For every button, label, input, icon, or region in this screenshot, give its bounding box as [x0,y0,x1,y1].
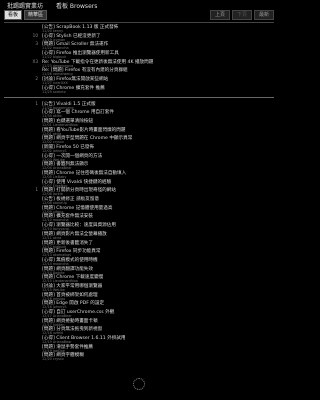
list-item[interactable]: [討論] 大家平常用哪個瀏覽器 12/15 WeLike [0,283,278,292]
list-item[interactable]: [問題] 網頁翻譯功能失效 12/14 Baddie [0,266,278,275]
next-page-button[interactable]: 下頁 [232,10,252,20]
push-count: X3 [32,58,38,64]
list-item[interactable]: [問題] 看YouTube影片時畫面閃爍的問題 12/01 akira [0,127,278,136]
list-item[interactable]: X3 Re: YouTube 下載指令在更新後無法使用 4K 播放問題 11/23 … [0,59,278,68]
header-divider [4,22,274,23]
top-bar: 批踢踢實業坊 看板 Browsers 看板 精華區 上頁 下頁 最新 [0,0,278,24]
push-count: 1 [35,187,38,193]
list-item[interactable]: [問題] 更新後書籤消失了 12/12 bigbuck [0,240,278,249]
tab-board[interactable]: 看板 [4,10,23,20]
list-item[interactable]: [問題] 網頁字型問題在 Chrome 中顯示異常 12/02 crysxx [0,135,278,144]
list-item[interactable]: [問題] Chrome 下載速度變慢 12/15 LieutenantNoa [0,274,278,283]
list-item[interactable]: 10 [心得] Stylish 已經沒更新了 11/19 icyman [0,33,278,42]
tabs: 看板 精華區 [4,10,48,20]
list-item[interactable]: [心得] 一次開一個網頁的方法 12/03 WeLike [0,153,278,162]
list-item[interactable]: 1 [問題] 打開新分頁時出現奇怪的網站 12/08 Jackie [0,187,278,196]
site-title[interactable]: 批踢踢實業坊 [7,1,43,10]
list-item[interactable]: [心得] 寫一個 Chrome 用自訂套件 11/30 akiko [0,109,278,118]
list-item[interactable]: [心得] 瀏覽器比較：速度與資源佔用 12/10 tonyyang [0,222,278,231]
list-item[interactable]: [問題] 網頁影片無法全螢幕播放 12/11 akira [0,231,278,240]
list-item[interactable]: 3 [問題] Gmail Scroller 無法運作 11/22 mooncha [0,41,278,50]
list-item[interactable]: [問題] 分頁無法拖曳到新視窗 12/18 uzfeld [0,326,278,335]
board-name[interactable]: 看板 Browsers [56,1,97,10]
list-item[interactable]: 2 [討論] Firefox無法開啟某些網站 11/27 rulerXXX [0,76,278,85]
list-item[interactable]: Re: [問題] Firefox 有沒有內建的分頁群組 11/26 vernalw… [0,67,278,76]
list-item[interactable]: [問題] Chrome 記住密碼後無法自動填入 12/05 LieBaby [0,170,278,179]
list-item[interactable]: [問題] 首頁被綁架如何處理 12/16 mhsiao [0,292,278,301]
list-item[interactable]: [心得] 自訂 userChrome.css 外觀 12/17 ArianaBea… [0,309,278,318]
post-meta: 11/29 sorento [42,89,66,94]
post-list: [公告] ScrapBook 1.13 版 正式發佈 11/20 kenny 10[… [0,24,278,361]
prev-page-button[interactable]: 上頁 [210,10,230,20]
list-item[interactable]: [問題] Edge 開啟 PDF 的設定 12/16 johnnyS [0,300,278,309]
list-item[interactable]: [問題] 書籤列無法顯示 12/04 ArianaBear [0,161,278,170]
list-item[interactable]: [問題] Chrome 記憶體使用量過高 12/09 xifang [0,205,278,214]
list-item[interactable]: [問題] 網頁字體模糊 12/20 crysxx [0,352,278,361]
push-count: 2 [35,76,38,82]
list-divider [4,96,274,98]
push-count: 10 [32,32,38,38]
list-item[interactable]: [問題] Firefox 同步功能異常 12/13 akamaikas [0,248,278,257]
list-item[interactable]: [問題] 右鍵選單清除按鈕 12/01 LieutenantNoa [0,118,278,127]
tab-digest[interactable]: 精華區 [24,10,48,20]
list-item[interactable]: [心得] Client Browser 1.6.11 外掛試用 12/19 Ari… [0,335,278,344]
latest-page-button[interactable]: 最新 [254,10,274,20]
list-item[interactable]: [問題] 滑鼠手勢套件推薦 12/19 JoeDoe [0,344,278,353]
list-item[interactable]: [新聞] Firefox 50 已發佈 12/02 johnnyS [0,144,278,153]
list-item[interactable]: [心得] 使用 Vivaldi 快捷鍵的經驗 12/07 ElizaNgo [0,179,278,188]
list-item[interactable]: [公告] ScrapBook 1.13 版 正式發佈 11/20 kenny [0,24,278,33]
list-item[interactable]: [心得] Firefox 推出瀏覽器使用新工具 11/22 bigbuck [0,50,278,59]
list-item[interactable]: [心得] 無痕模式的使用時機 12/14 mooncha [0,257,278,266]
post-meta: 12/20 crysxx [42,357,64,362]
list-item[interactable]: 1 [公告] Vivaldi 1.5 正式版 11/29 boseonyang [0,101,278,110]
push-count: 3 [35,41,38,47]
push-count: 1 [35,100,38,106]
list-item[interactable]: [心得] Chrome 擴充套件 推薦 11/29 sorento [0,85,278,94]
list-item[interactable]: [問題] 擴充套件無法安裝 12/10 mooncha [0,213,278,222]
loading-spinner-icon [133,378,145,390]
pager: 上頁 下頁 最新 [210,10,274,20]
list-item[interactable]: [公告] 板規修正 請板友留意 12/08 stoneUp [0,196,278,205]
list-item[interactable]: [問題] 網頁捲動時畫面卡頓 12/17 hidden [0,318,278,327]
